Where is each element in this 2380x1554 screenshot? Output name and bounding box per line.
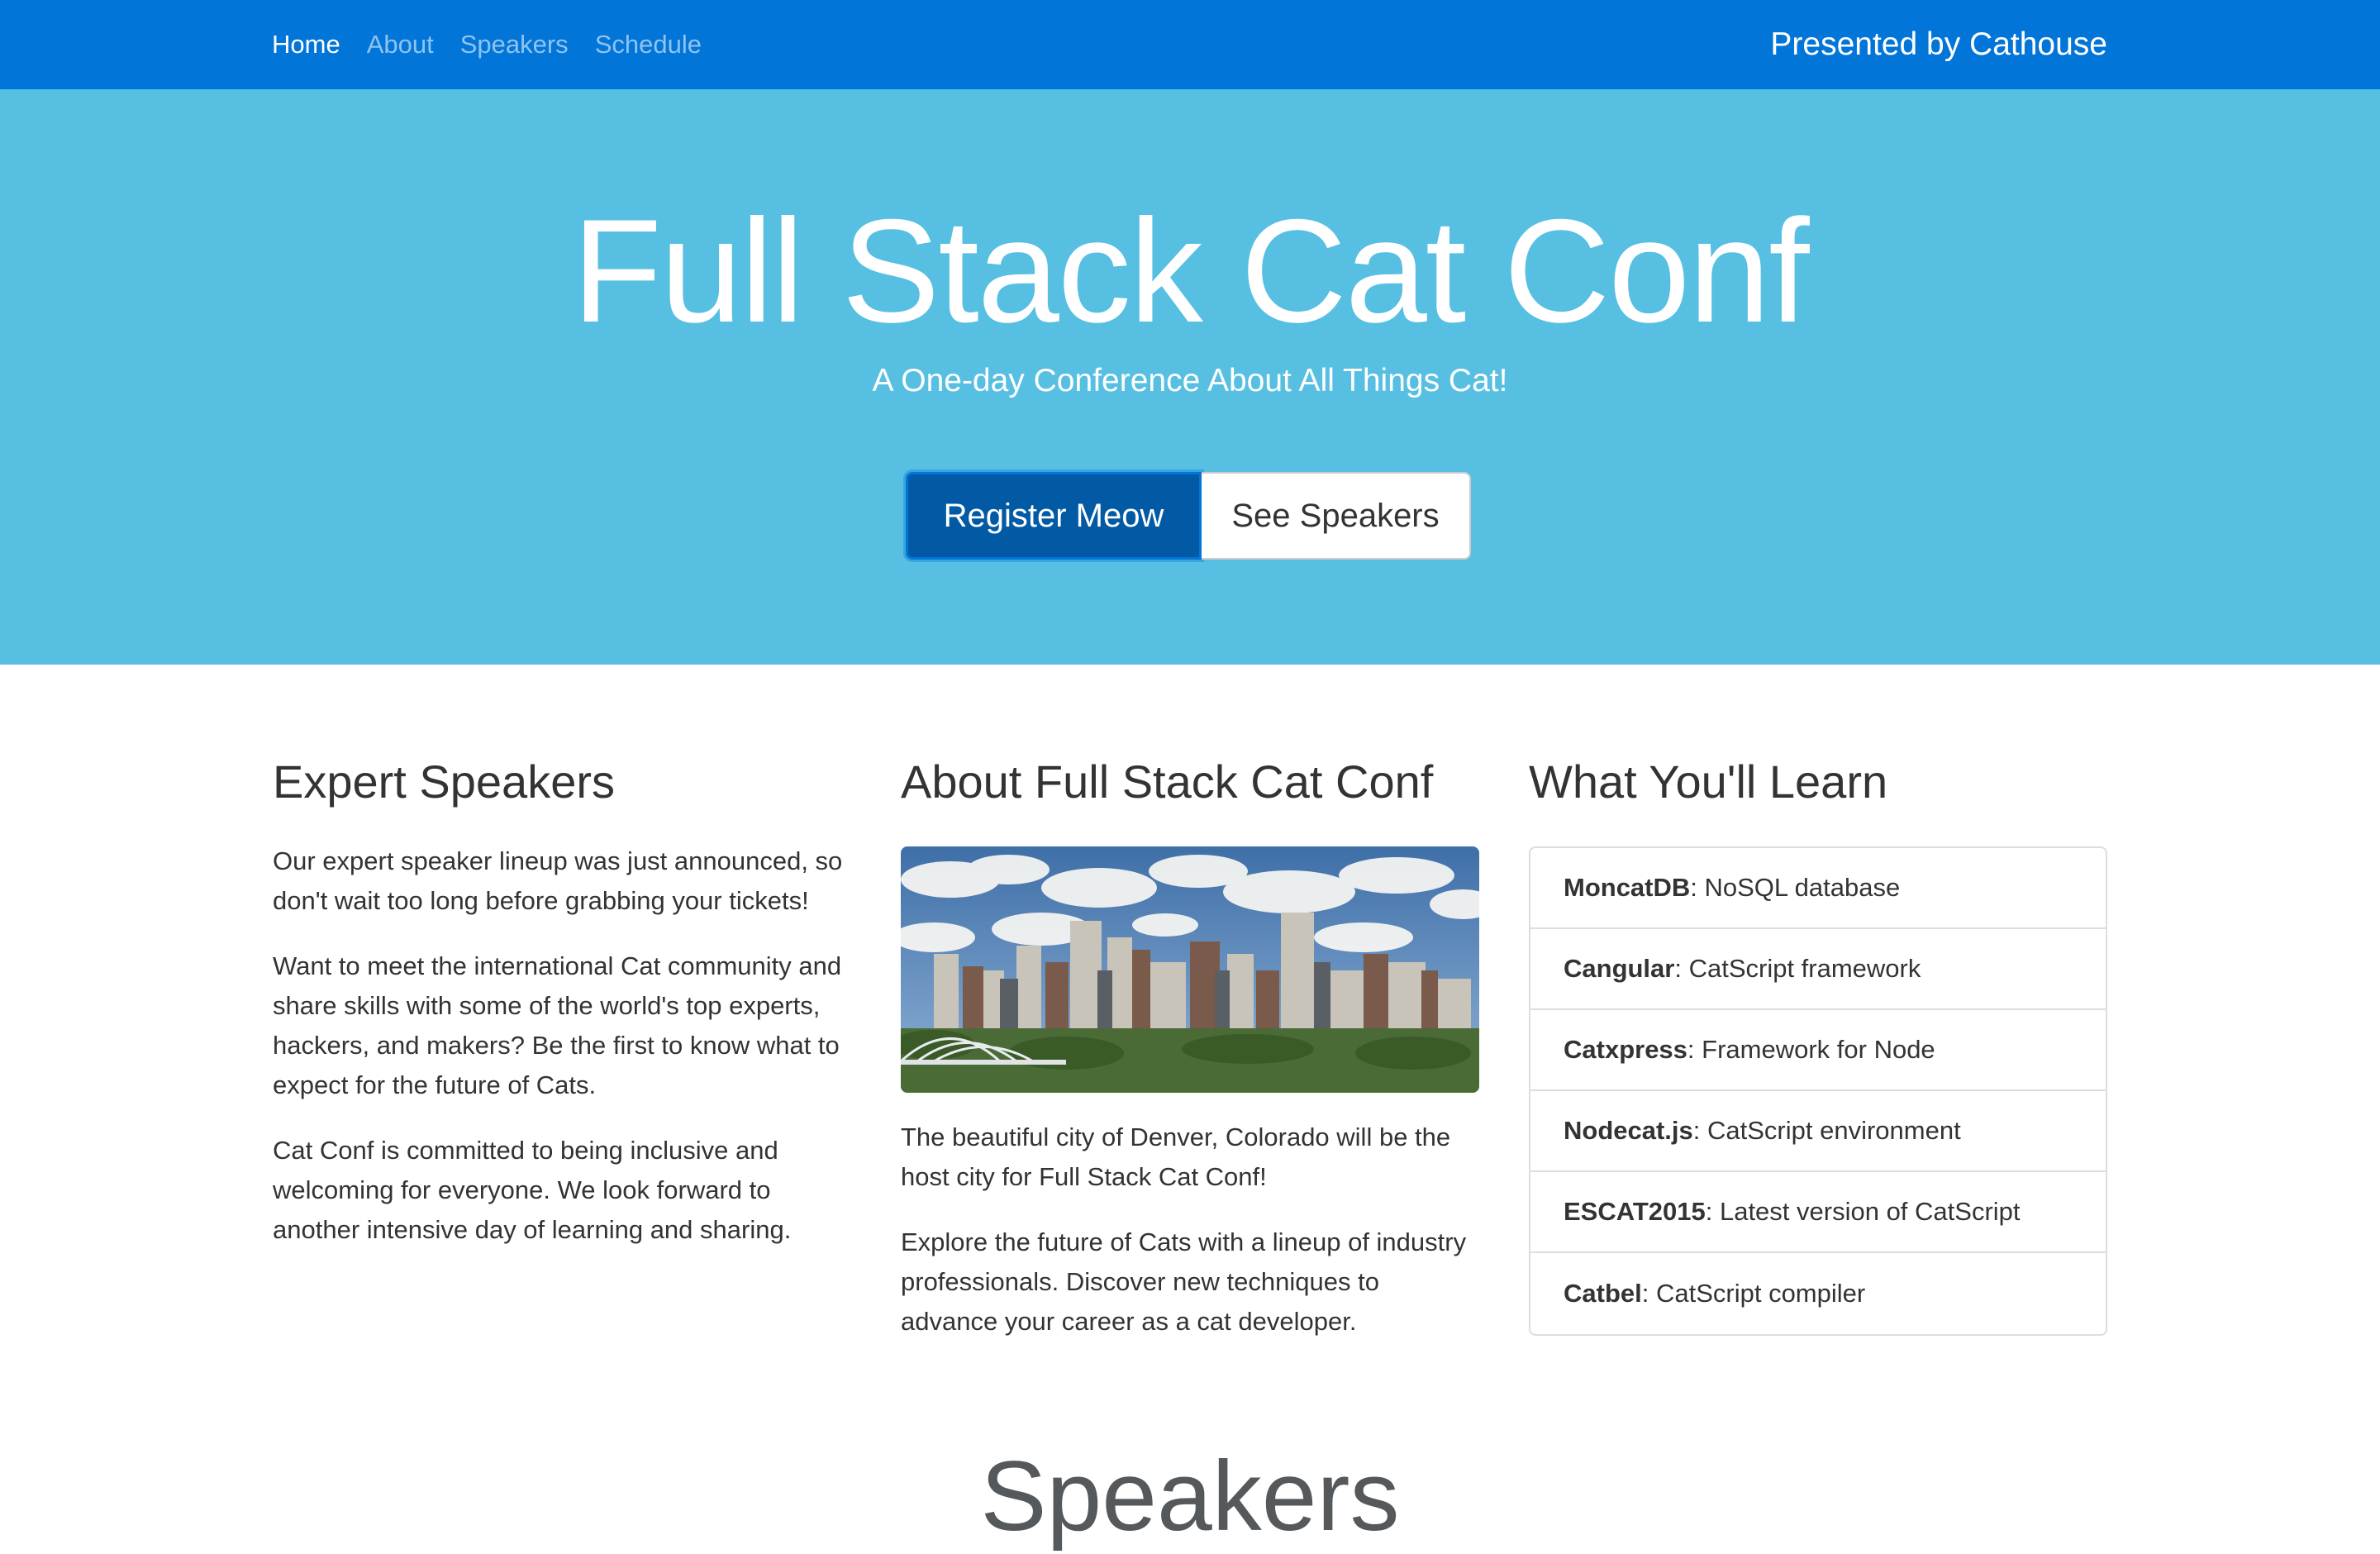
- list-item-name: Nodecat.js: [1564, 1116, 1693, 1145]
- nav-link-schedule[interactable]: Schedule: [595, 30, 702, 60]
- speakers-paragraph: Cat Conf is committed to being inclusive…: [273, 1136, 792, 1244]
- hero-button-group: Register Meow See Speakers: [906, 472, 1471, 560]
- list-item-name: Catbel: [1564, 1279, 1642, 1308]
- register-button[interactable]: Register Meow: [906, 472, 1202, 560]
- list-item-desc: : NoSQL database: [1690, 873, 1901, 902]
- list-item: ESCAT2015: Latest version of CatScript: [1530, 1172, 2106, 1253]
- see-speakers-button[interactable]: See Speakers: [1202, 472, 1471, 560]
- navbar: Home About Speakers Schedule Presented b…: [0, 0, 2380, 89]
- about-paragraph: The beautiful city of Denver, Colorado w…: [901, 1123, 1451, 1191]
- about-paragraph: Explore the future of Cats with a lineup…: [901, 1227, 1467, 1336]
- list-item-desc: : CatScript framework: [1674, 954, 1921, 983]
- list-item-name: ESCAT2015: [1564, 1197, 1706, 1226]
- nav-link-about[interactable]: About: [367, 30, 434, 60]
- list-item-desc: : Latest version of CatScript: [1705, 1197, 2021, 1226]
- presented-by: Presented by Cathouse: [1770, 26, 2107, 62]
- list-item-desc: : Framework for Node: [1687, 1035, 1935, 1064]
- list-item: Catbel: CatScript compiler: [1530, 1253, 2106, 1334]
- speakers-section-heading: Speakers: [980, 1441, 1400, 1552]
- what-youll-learn-column: What You'll Learn MoncatDB: NoSQL databa…: [1529, 744, 2107, 1336]
- expert-speakers-heading: Expert Speakers: [273, 756, 615, 808]
- speakers-paragraph: Our expert speaker lineup was just annou…: [273, 846, 843, 915]
- hero-subtitle: A One-day Conference About All Things Ca…: [872, 363, 1508, 398]
- denver-skyline-image: [901, 846, 1479, 1093]
- learn-heading: What You'll Learn: [1529, 756, 1888, 808]
- expert-speakers-column: Expert Speakers Our expert speaker lineu…: [273, 744, 851, 1244]
- list-item-name: Catxpress: [1564, 1035, 1687, 1064]
- list-item-desc: : CatScript compiler: [1641, 1279, 1866, 1308]
- expert-speakers-body: Our expert speaker lineup was just annou…: [273, 841, 851, 1275]
- nav-links: Home About Speakers Schedule: [272, 0, 702, 89]
- nav-link-speakers[interactable]: Speakers: [460, 30, 569, 60]
- list-item: Nodecat.js: CatScript environment: [1530, 1091, 2106, 1172]
- about-column: About Full Stack Cat Conf The beautiful …: [901, 744, 1479, 1336]
- about-body: The beautiful city of Denver, Colorado w…: [901, 1118, 1479, 1367]
- nav-link-home[interactable]: Home: [272, 30, 340, 60]
- list-item: MoncatDB: NoSQL database: [1530, 848, 2106, 929]
- list-item-name: MoncatDB: [1564, 873, 1691, 902]
- list-item: Catxpress: Framework for Node: [1530, 1010, 2106, 1091]
- learn-list: MoncatDB: NoSQL database Cangular: CatSc…: [1529, 846, 2107, 1336]
- hero-section: Full Stack Cat Conf A One-day Conference…: [0, 89, 2380, 665]
- list-item-desc: : CatScript environment: [1692, 1116, 1961, 1145]
- speakers-paragraph: Want to meet the international Cat commu…: [273, 951, 842, 1099]
- list-item: Cangular: CatScript framework: [1530, 929, 2106, 1010]
- hero-title: Full Stack Cat Conf: [572, 188, 1809, 353]
- list-item-name: Cangular: [1564, 954, 1675, 983]
- about-heading: About Full Stack Cat Conf: [901, 756, 1434, 808]
